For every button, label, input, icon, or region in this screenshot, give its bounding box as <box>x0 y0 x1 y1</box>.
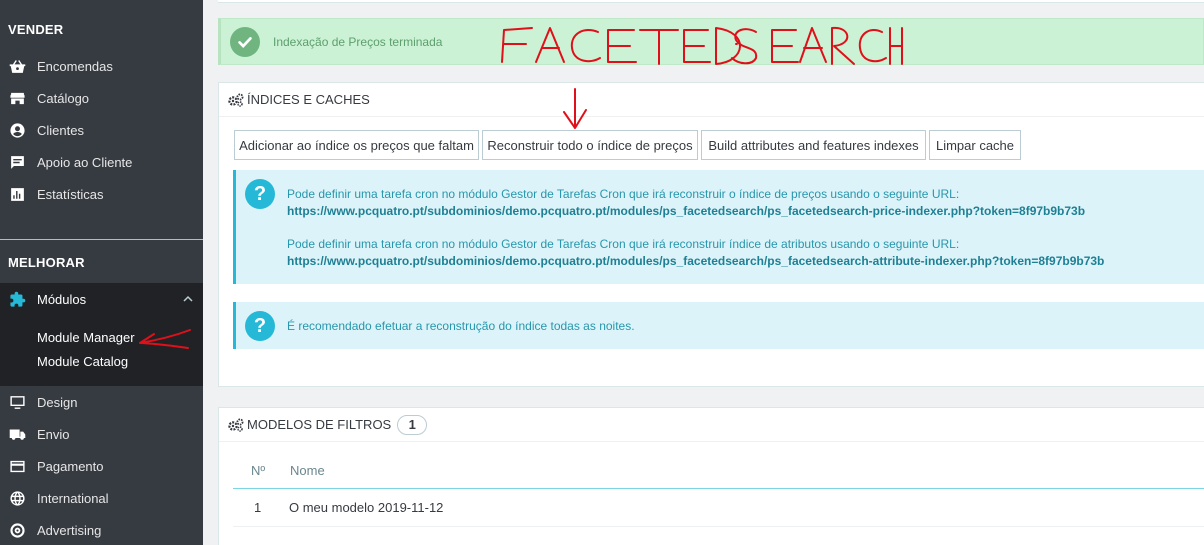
sidebar-divider <box>0 239 203 240</box>
chevron-up-icon[interactable] <box>183 294 193 304</box>
question-circle-icon: ? <box>245 311 275 341</box>
sidebar-item-label: Catálogo <box>37 90 90 106</box>
check-circle-icon <box>230 27 260 57</box>
info-price-url: https://www.pcquatro.pt/subdominios/demo… <box>287 204 1086 218</box>
sidebar-item-catalog[interactable]: Catálogo <box>0 82 203 114</box>
build-attributes-index-button[interactable]: Build attributes and features indexes <box>701 130 926 160</box>
bar-chart-icon <box>8 185 26 203</box>
indexes-panel-title: ÍNDICES E CACHES <box>247 92 370 107</box>
sidebar-item-label: Advertising <box>37 522 102 538</box>
store-icon <box>8 89 26 107</box>
monitor-icon <box>8 393 26 411</box>
credit-card-icon <box>8 457 26 475</box>
target-icon <box>8 521 26 539</box>
sidebar-section-improve: MELHORAR <box>8 255 85 270</box>
info-attr-url: https://www.pcquatro.pt/subdominios/demo… <box>287 254 1105 268</box>
sidebar-item-label: Clientes <box>37 122 84 138</box>
recommend-text: É recomendado efetuar a reconstrução do … <box>287 319 635 333</box>
sidebar-item-label: Encomendas <box>37 58 113 74</box>
sidebar-item-label: Envio <box>37 426 70 442</box>
rebuild-price-index-button[interactable]: Reconstruir todo o índice de preços <box>482 130 698 160</box>
table-row-divider <box>233 526 1204 527</box>
table-cell-id: 1 <box>254 500 262 515</box>
sidebar-item-label: Pagamento <box>37 458 104 474</box>
sidebar-item-support[interactable]: Apoio ao Cliente <box>0 146 203 178</box>
globe-icon <box>8 489 26 507</box>
filters-panel-header: MODELOS DE FILTROS 1 <box>219 408 1204 442</box>
filters-panel-title: MODELOS DE FILTROS <box>247 417 392 432</box>
basket-icon <box>8 57 26 75</box>
column-header-number[interactable]: Nº <box>251 463 265 478</box>
recommend-info-alert: ? É recomendado efetuar a reconstrução d… <box>233 302 1204 349</box>
filters-count-badge: 1 <box>397 414 428 435</box>
add-missing-prices-button[interactable]: Adicionar ao índice os preços que faltam <box>234 130 479 160</box>
chat-icon <box>8 153 26 171</box>
sidebar-subitem-module-manager[interactable]: Module Manager <box>37 330 135 345</box>
clear-cache-button[interactable]: Limpar cache <box>929 130 1021 160</box>
sidebar-item-modules[interactable]: Módulos <box>0 283 203 315</box>
annotation-arrow-left <box>139 329 191 349</box>
gears-icon <box>228 93 244 107</box>
filters-panel: MODELOS DE FILTROS 1 <box>218 407 1204 545</box>
sidebar-item-orders[interactable]: Encomendas <box>0 50 203 82</box>
sidebar-item-advertising[interactable]: Advertising <box>0 514 203 545</box>
sidebar-item-label: International <box>37 490 109 506</box>
sidebar-item-label: Módulos <box>37 291 87 307</box>
top-panel-edge <box>218 0 1204 3</box>
table-header-divider <box>233 488 1204 489</box>
sidebar-item-design[interactable]: Design <box>0 386 203 418</box>
annotation-arrow-down <box>563 88 587 129</box>
column-header-name[interactable]: Nome <box>290 463 325 478</box>
annotation-handwritten-title <box>501 26 903 65</box>
sidebar-item-shipping[interactable]: Envio <box>0 418 203 450</box>
indexes-panel-header: ÍNDICES E CACHES <box>219 83 1204 117</box>
info-attr-text: Pode definir uma tarefa cron no módulo G… <box>287 237 960 251</box>
cron-info-alert: ? Pode definir uma tarefa cron no módulo… <box>233 170 1204 284</box>
sidebar-item-label: Design <box>37 394 78 410</box>
info-price-text: Pode definir uma tarefa cron no módulo G… <box>287 187 960 201</box>
sidebar-section-sell: VENDER <box>8 22 64 37</box>
sidebar-item-label: Estatísticas <box>37 186 104 202</box>
success-message: Indexação de Preços terminada <box>273 35 443 49</box>
sidebar-item-payment[interactable]: Pagamento <box>0 450 203 482</box>
sidebar-item-label: Apoio ao Cliente <box>37 154 133 170</box>
table-cell-name[interactable]: O meu modelo 2019-11-12 <box>289 500 443 515</box>
truck-icon <box>8 425 26 443</box>
question-circle-icon: ? <box>245 179 275 209</box>
puzzle-icon <box>8 290 26 308</box>
user-circle-icon <box>8 121 26 139</box>
sidebar: VENDER Encomendas Catálogo Clientes Apoi… <box>0 0 203 545</box>
sidebar-item-international[interactable]: International <box>0 482 203 514</box>
sidebar-item-customers[interactable]: Clientes <box>0 114 203 146</box>
sidebar-subitem-module-catalog[interactable]: Module Catalog <box>37 354 128 369</box>
sidebar-item-stats[interactable]: Estatísticas <box>0 178 203 210</box>
gears-icon <box>228 418 244 432</box>
